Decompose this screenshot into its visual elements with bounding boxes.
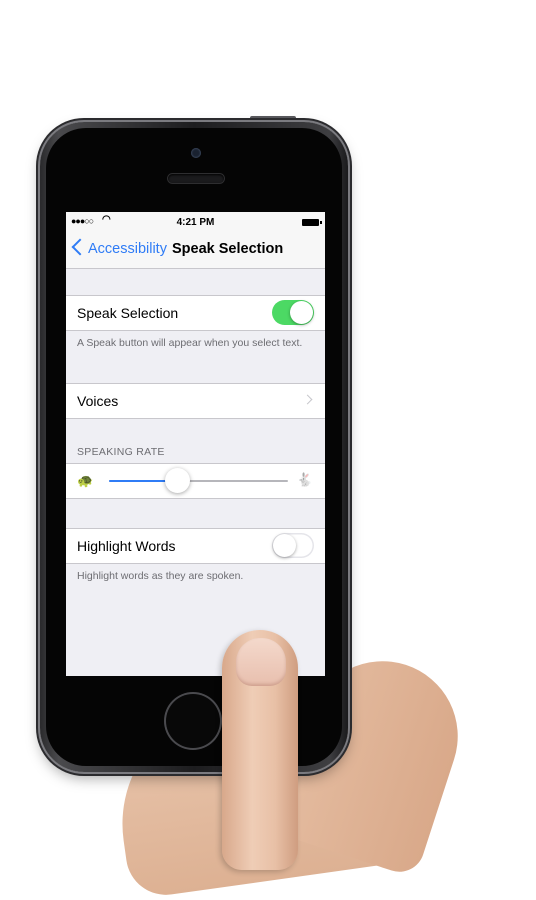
front-camera [191,148,201,158]
speak-selection-footer: A Speak button will appear when you sele… [77,337,303,349]
phone-screen: ●●●○○ ◠ 4:21 PM Accessibility Speak Sele… [66,212,325,676]
speaking-rate-row: 🐢 🐇 [66,463,325,499]
earpiece-speaker [168,174,224,183]
navigation-bar: Accessibility Speak Selection [66,232,325,269]
status-bar: ●●●○○ ◠ 4:21 PM [66,212,325,232]
highlight-words-footer: Highlight words as they are spoken. [77,570,244,582]
turtle-icon: 🐢 [77,473,94,488]
rabbit-icon: 🐇 [296,472,313,487]
status-time: 4:21 PM [176,217,215,228]
back-button[interactable]: Accessibility [88,241,167,257]
home-button[interactable] [166,694,220,748]
speaking-rate-header: SPEAKING RATE [77,446,165,458]
voices-label: Voices [77,393,119,409]
highlight-words-toggle[interactable] [272,533,314,558]
slider-thumb[interactable] [165,468,191,493]
speak-selection-row: Speak Selection [66,295,325,331]
page-title: Speak Selection [172,241,284,257]
voices-row[interactable]: Voices [66,383,325,419]
back-chevron-icon[interactable] [71,238,89,256]
speaking-rate-slider[interactable] [109,468,288,493]
toggle-knob [273,534,296,557]
speak-selection-label: Speak Selection [77,305,179,321]
thumbnail [236,638,286,686]
toggle-knob [290,301,313,324]
speak-selection-toggle[interactable] [272,300,314,325]
battery-icon [302,219,322,226]
highlight-words-row: Highlight Words [66,528,325,564]
highlight-words-label: Highlight Words [77,538,176,554]
chevron-right-icon [302,394,313,405]
